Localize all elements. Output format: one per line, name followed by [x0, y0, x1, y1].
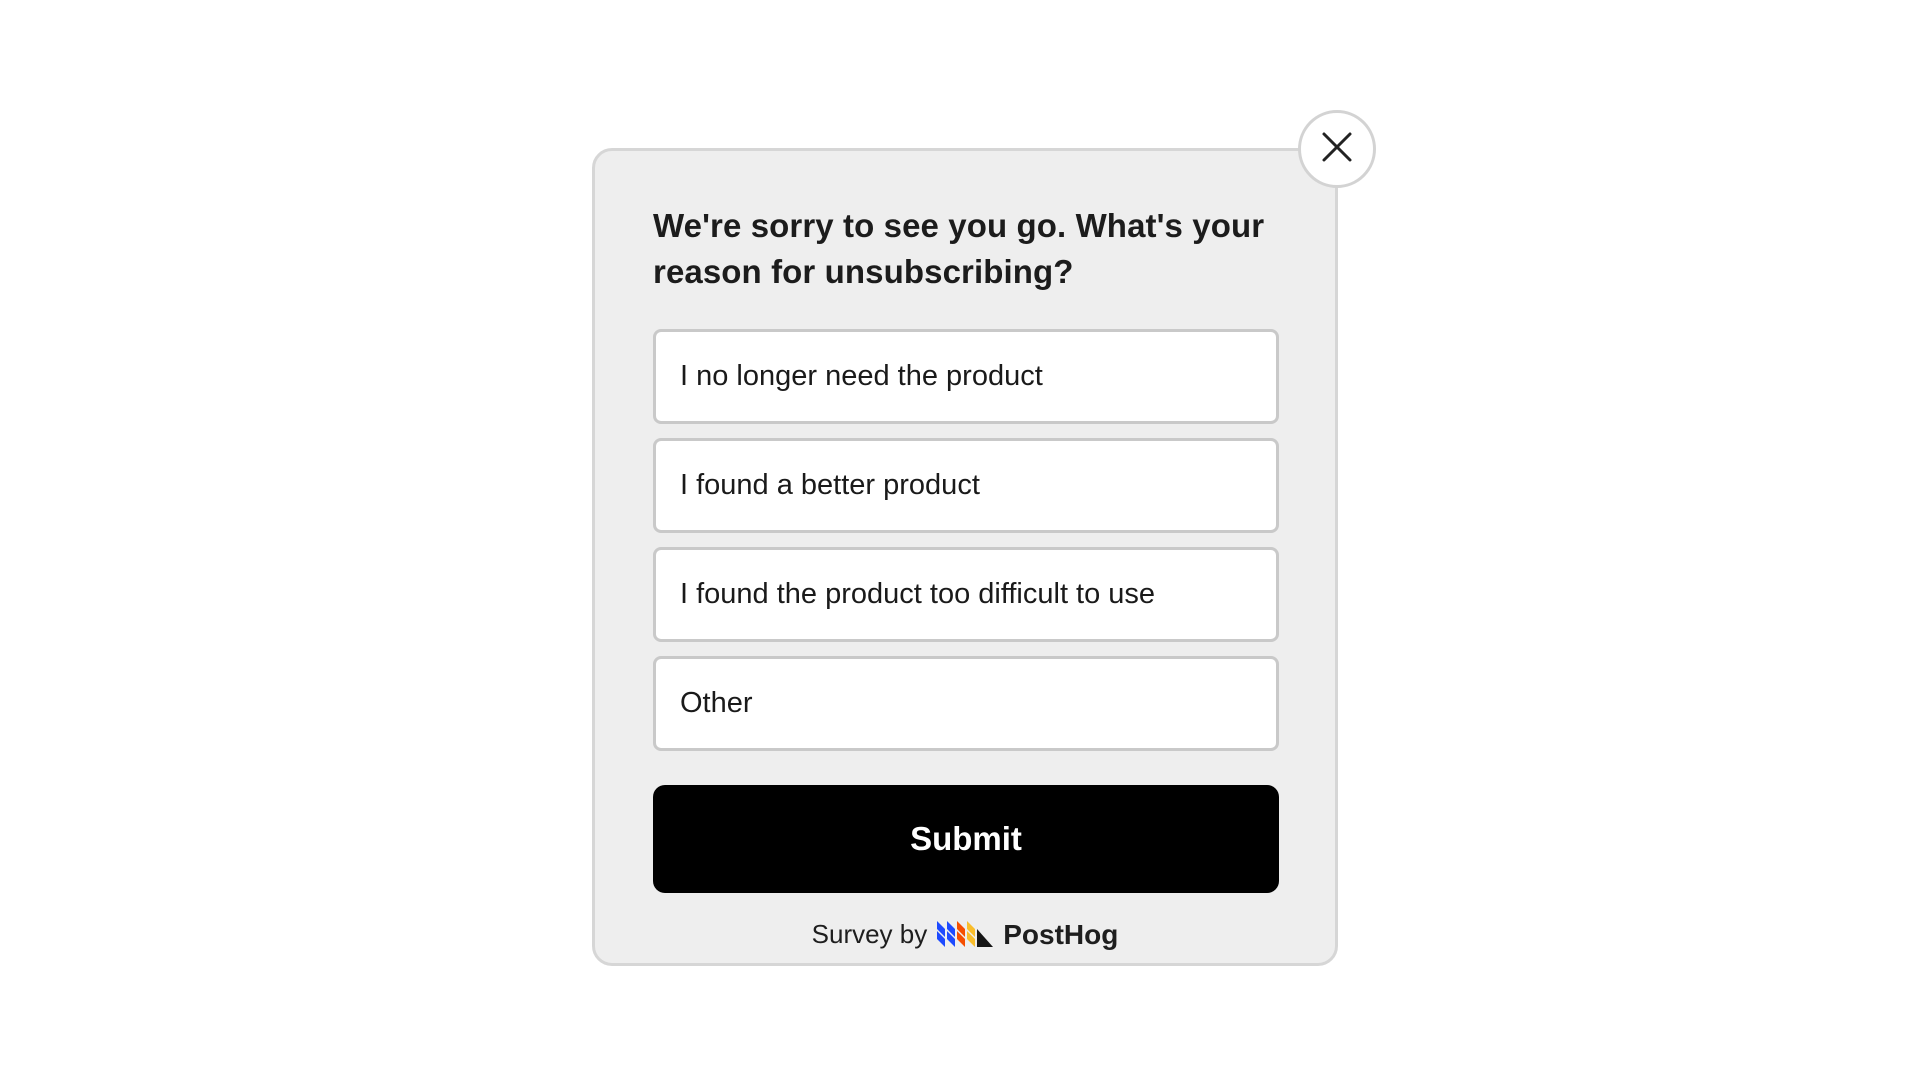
choice-option[interactable]: I found the product too difficult to use	[653, 547, 1279, 642]
brand-name: PostHog	[1003, 918, 1119, 950]
choice-list: I no longer need the product I found a b…	[653, 329, 1279, 751]
submit-button[interactable]: Submit	[653, 785, 1279, 893]
close-button[interactable]	[1298, 110, 1376, 188]
survey-question: We're sorry to see you go. What's your r…	[653, 207, 1265, 290]
choice-option[interactable]: I found a better product	[653, 438, 1279, 533]
survey-footer: Survey by PostHog	[653, 915, 1277, 954]
choice-label: I found a better product	[680, 469, 980, 501]
page: We're sorry to see you go. What's your r…	[0, 0, 1920, 1080]
posthog-link[interactable]: PostHog	[937, 915, 1118, 954]
close-icon	[1321, 131, 1353, 168]
survey-popup: We're sorry to see you go. What's your r…	[592, 148, 1338, 966]
choice-label: I no longer need the product	[680, 360, 1043, 392]
choice-label: I found the product too difficult to use	[680, 578, 1156, 610]
choice-option[interactable]: Other	[653, 656, 1279, 751]
choice-option[interactable]: I no longer need the product	[653, 329, 1279, 424]
posthog-logo-icon	[937, 915, 994, 954]
choice-label: Other	[680, 687, 753, 719]
footer-prefix: Survey by	[811, 919, 928, 949]
